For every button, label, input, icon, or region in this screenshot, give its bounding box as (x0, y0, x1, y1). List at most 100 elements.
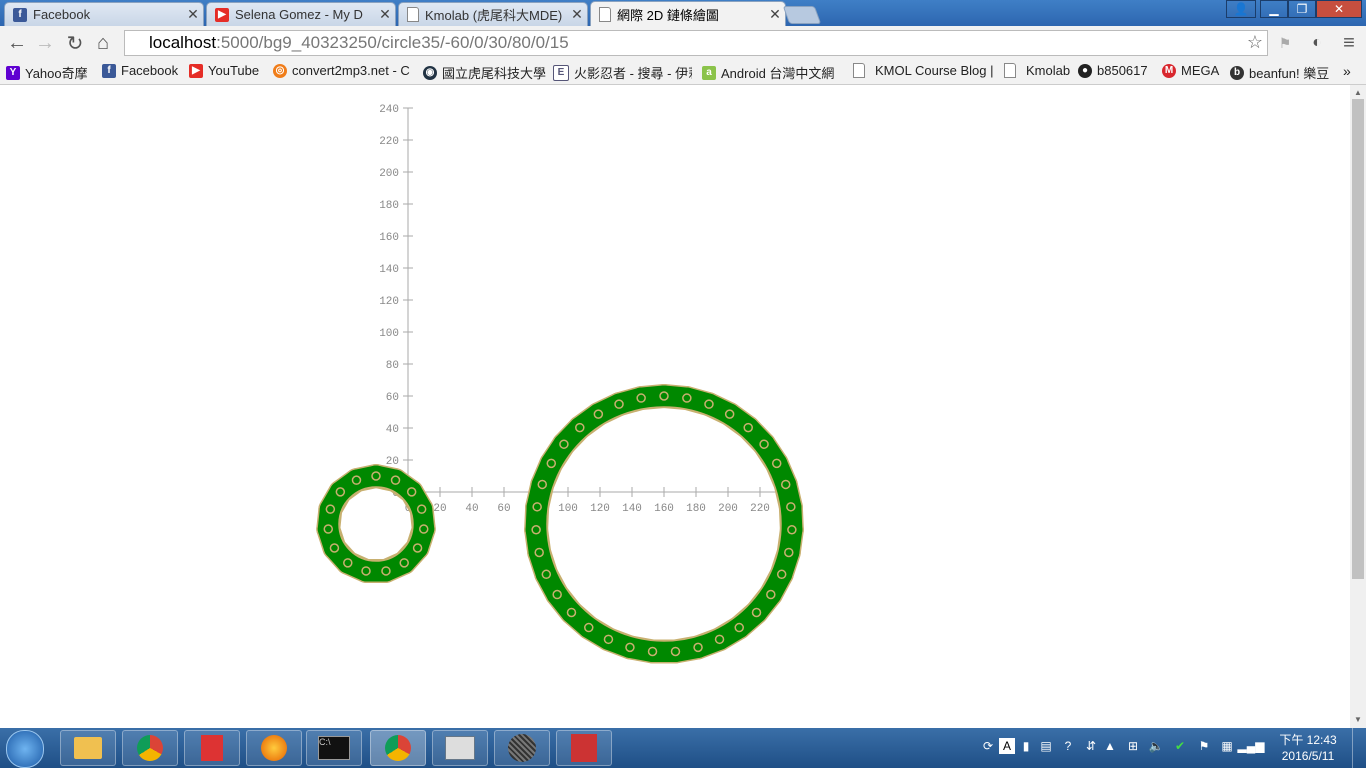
tray-icon[interactable]: ⇵ (1083, 738, 1099, 754)
convert-icon: ◎ (273, 63, 287, 78)
page-content: 2402202001801601401201008060402000204060… (0, 85, 1350, 728)
chrome-active-icon[interactable] (370, 730, 426, 766)
tab-label: Kmolab (虎尾科大MDE) (425, 8, 563, 23)
bookmark-youtube[interactable]: ▶ YouTube (189, 63, 259, 78)
flag-icon[interactable]: ⚑ (1196, 738, 1212, 754)
bookmark-facebook[interactable]: f Facebook (102, 63, 178, 78)
tray-icon[interactable]: ▦ (1219, 738, 1235, 754)
tray-icon[interactable]: ▤ (1038, 738, 1054, 754)
extension-icon[interactable]: ⚑ (1272, 30, 1298, 56)
sphere-app-icon[interactable] (494, 730, 550, 766)
x-tick-label: 100 (558, 503, 578, 515)
page-icon (407, 7, 419, 22)
tray-icon[interactable]: ⟳ (980, 738, 996, 754)
clock-time: 下午 12:43 (1279, 733, 1337, 747)
x-tick-label: 20 (433, 503, 446, 515)
y-tick-label: 120 (379, 296, 399, 308)
windows-icon[interactable]: ⊞ (1125, 738, 1141, 754)
tab-strip: f Facebook ✕ ▶ Selena Gomez - My D ✕ Kmo… (0, 0, 1366, 26)
bookmark-kmolab[interactable]: Kmolab (1004, 63, 1070, 78)
chrome-icon[interactable] (122, 730, 178, 766)
bookmark-naruto[interactable]: E 火影忍者 - 搜尋 - 伊莉 (553, 63, 692, 82)
more-bookmarks-icon[interactable]: » (1343, 63, 1351, 79)
bookmark-github[interactable]: ● b850617 (1078, 63, 1148, 78)
page-icon (853, 63, 865, 78)
y-tick-label: 200 (379, 168, 399, 180)
font-icon[interactable]: A (999, 738, 1015, 754)
window-app-icon[interactable] (432, 730, 488, 766)
user-icon[interactable]: 👤 (1226, 0, 1256, 18)
clock[interactable]: 下午 12:43 2016/5/11 (1268, 732, 1348, 764)
url-host: localhost (149, 33, 217, 52)
tab-label: Facebook (33, 7, 91, 22)
chain-pin (575, 422, 585, 433)
bookmark-convert2mp3[interactable]: ◎ convert2mp3.net - C (273, 63, 410, 78)
tiger-app-icon[interactable] (556, 730, 612, 766)
chain-canvas: 2402202001801601401201008060402000204060… (316, 104, 804, 664)
chain-pin (784, 547, 794, 558)
bookmark-label: Yahoo奇摩 (25, 66, 88, 81)
network-icon[interactable]: ▂▄▆ (1238, 738, 1265, 754)
chain-pin (714, 634, 725, 645)
y-tick-label: 100 (379, 328, 399, 340)
vertical-scrollbar[interactable]: ▲ ▼ (1350, 85, 1366, 728)
maximize-button[interactable]: ❐ (1288, 0, 1316, 18)
chain-1 (316, 464, 436, 583)
chain-pin (541, 569, 552, 580)
tab-youtube[interactable]: ▶ Selena Gomez - My D ✕ (206, 2, 396, 26)
close-icon[interactable]: ✕ (375, 6, 395, 23)
volume-icon[interactable]: 🔈 (1148, 738, 1164, 754)
bookmark-nfu[interactable]: ◉ 國立虎尾科技大學 (423, 63, 546, 82)
bookmark-mega[interactable]: M MEGA (1162, 63, 1219, 78)
star-icon[interactable]: ☆ (1247, 32, 1263, 53)
explorer-icon[interactable] (60, 730, 116, 766)
window-close-button[interactable]: ✕ (1316, 0, 1362, 18)
close-icon[interactable]: ✕ (567, 6, 587, 23)
chain-pin (776, 569, 787, 580)
close-icon[interactable]: ✕ (765, 6, 785, 23)
help-icon[interactable]: ? (1060, 738, 1076, 754)
reload-button[interactable]: ↻ (62, 30, 88, 56)
chain-pin (670, 646, 681, 657)
chain-pin (584, 622, 594, 633)
chain-pin (418, 524, 429, 534)
y-tick-label: 220 (379, 136, 399, 148)
chain-pin (682, 393, 692, 403)
firefox-icon[interactable] (246, 730, 302, 766)
bookmark-label: convert2mp3.net - C (292, 63, 410, 78)
tab-chain-drawing[interactable]: 網際 2D 鏈條繪圖 ✕ (590, 1, 786, 26)
bookmark-yahoo[interactable]: Y Yahoo奇摩 (6, 63, 88, 82)
y-tick-label: 160 (379, 232, 399, 244)
address-bar[interactable]: localhost:5000/bg9_40323250/circle35/-60… (124, 30, 1268, 56)
app-icon[interactable] (184, 730, 240, 766)
cmd-icon[interactable]: C:\ (306, 730, 362, 766)
tab-facebook[interactable]: f Facebook ✕ (4, 2, 204, 26)
bookmark-label: 火影忍者 - 搜尋 - 伊莉 (574, 66, 692, 81)
back-button[interactable]: ← (4, 30, 30, 56)
menu-icon[interactable]: ≡ (1336, 30, 1362, 56)
extension-icon[interactable]: ◐ (1304, 30, 1330, 56)
bookmark-kmol-blog[interactable]: KMOL Course Blog | (853, 63, 994, 78)
show-desktop-button[interactable] (1352, 728, 1366, 768)
start-button[interactable] (6, 730, 44, 768)
tray-icon[interactable]: ▮ (1018, 738, 1034, 754)
bookmark-beanfun[interactable]: b beanfun! 樂豆 (1230, 63, 1329, 82)
bookmark-android[interactable]: a Android 台灣中文網 (702, 63, 834, 82)
scroll-up-icon[interactable]: ▲ (1354, 88, 1362, 97)
show-hidden-icon[interactable]: ▲ (1102, 738, 1118, 754)
minimize-button[interactable]: ▁ (1260, 0, 1288, 18)
forward-button[interactable]: → (32, 30, 58, 56)
chain-pin (416, 504, 427, 514)
y-tick-label: 180 (379, 200, 399, 212)
scroll-down-icon[interactable]: ▼ (1354, 715, 1362, 724)
y-tick-label: 80 (386, 360, 399, 372)
tab-kmolab[interactable]: Kmolab (虎尾科大MDE) ✕ (398, 2, 588, 26)
home-button[interactable]: ⌂ (90, 30, 116, 56)
mega-icon: M (1162, 63, 1176, 78)
close-icon[interactable]: ✕ (183, 6, 203, 23)
scroll-thumb[interactable] (1352, 99, 1364, 579)
new-tab-button[interactable] (782, 6, 822, 24)
chain-pin (343, 558, 353, 568)
tab-label: Selena Gomez - My D (235, 7, 363, 22)
check-icon[interactable]: ✔ (1172, 738, 1188, 754)
